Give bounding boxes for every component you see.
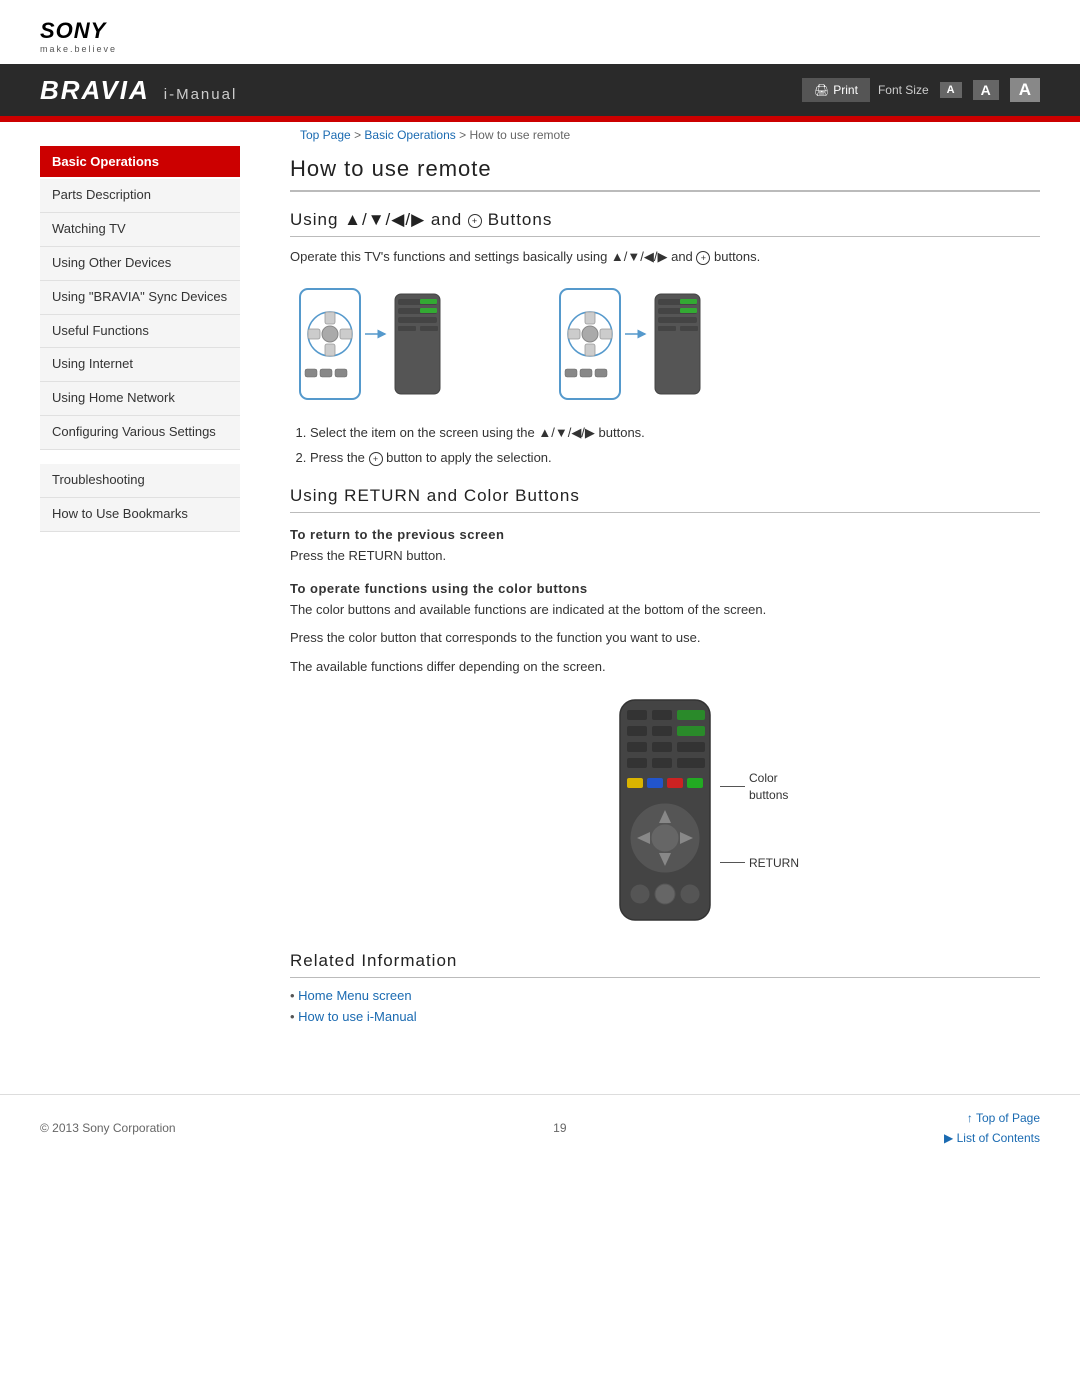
remote-image-2 — [550, 284, 710, 407]
font-size-label: Font Size — [878, 83, 929, 97]
bravia-brand: BRAVIA — [40, 75, 150, 106]
circle-icon3: + — [369, 452, 383, 466]
related-link-1[interactable]: Home Menu screen — [290, 988, 1040, 1003]
circle-icon: + — [468, 214, 482, 228]
font-large-button[interactable]: A — [1010, 78, 1040, 102]
section3-title: Related Information — [290, 951, 1040, 978]
subsection2-title: To operate functions using the color but… — [290, 581, 1040, 596]
section1-title: Using ▲/▼/◀/▶ and + Buttons — [290, 210, 1040, 237]
color-remote-wrapper: Colorbuttons RETURN — [565, 698, 765, 931]
footer: © 2013 Sony Corporation 19 Top of Page L… — [0, 1094, 1080, 1161]
subsection1-text: Press the RETURN button. — [290, 546, 1040, 567]
imanual-label: i-Manual — [164, 86, 238, 103]
remote-images-row — [290, 284, 1040, 407]
breadcrumb-sep1: > — [354, 128, 364, 142]
remote-svg-2 — [550, 284, 710, 404]
related-link-2[interactable]: How to use i-Manual — [290, 1009, 1040, 1024]
color-remote-svg — [565, 698, 765, 928]
section1-intro: Operate this TV's functions and settings… — [290, 247, 1040, 268]
color-buttons-text: Colorbuttons — [749, 770, 788, 804]
footer-copyright: © 2013 Sony Corporation — [40, 1121, 176, 1135]
list-of-contents-link[interactable]: List of Contents — [944, 1131, 1040, 1145]
font-medium-button[interactable]: A — [973, 80, 999, 100]
footer-right: Top of Page List of Contents — [944, 1111, 1040, 1145]
circle-icon2: + — [696, 251, 710, 265]
subsection1-title: To return to the previous screen — [290, 527, 1040, 542]
sidebar-item-useful-functions[interactable]: Useful Functions — [40, 315, 240, 349]
home-menu-link[interactable]: Home Menu screen — [298, 988, 411, 1003]
color-remote-section: Colorbuttons RETURN — [290, 698, 1040, 931]
imanual-link[interactable]: How to use i-Manual — [298, 1009, 417, 1024]
top-bar: BRAVIA i-Manual 🖨 Print Font Size A A A — [0, 64, 1080, 116]
remote-svg-1 — [290, 284, 450, 404]
sidebar-item-using-other-devices[interactable]: Using Other Devices — [40, 247, 240, 281]
breadcrumb-top-page[interactable]: Top Page — [300, 128, 351, 142]
subsection2-text3: The available functions differ depending… — [290, 657, 1040, 678]
print-button[interactable]: 🖨 Print — [802, 78, 870, 102]
sidebar-item-using-internet[interactable]: Using Internet — [40, 348, 240, 382]
remote-image-1 — [290, 284, 450, 407]
related-links-list: Home Menu screen How to use i-Manual — [290, 988, 1040, 1024]
step-2: Press the + button to apply the selectio… — [310, 448, 1040, 468]
sidebar-item-bookmarks[interactable]: How to Use Bookmarks — [40, 498, 240, 532]
footer-page-number: 19 — [553, 1121, 566, 1135]
sidebar-item-watching-tv[interactable]: Watching TV — [40, 213, 240, 247]
sony-logo: SONY make.believe — [40, 18, 1040, 54]
sidebar: Basic Operations Parts Description Watch… — [40, 146, 260, 1074]
sidebar-divider — [40, 450, 240, 464]
top-bar-controls: 🖨 Print Font Size A A A — [802, 78, 1040, 102]
top-of-page-link[interactable]: Top of Page — [967, 1111, 1040, 1125]
bravia-title: BRAVIA i-Manual — [40, 75, 237, 106]
font-small-button[interactable]: A — [940, 82, 962, 98]
color-buttons-label: Colorbuttons — [720, 770, 788, 804]
main-layout: Basic Operations Parts Description Watch… — [0, 146, 1080, 1074]
sidebar-section-header: Basic Operations — [40, 146, 240, 177]
breadcrumb-current: How to use remote — [469, 128, 570, 142]
sidebar-item-parts-description[interactable]: Parts Description — [40, 179, 240, 213]
section2-title: Using RETURN and Color Buttons — [290, 486, 1040, 513]
steps-list: Select the item on the screen using the … — [310, 423, 1040, 468]
content-area: How to use remote Using ▲/▼/◀/▶ and + Bu… — [260, 146, 1040, 1074]
page-title: How to use remote — [290, 146, 1040, 192]
sidebar-item-configuring[interactable]: Configuring Various Settings — [40, 416, 240, 450]
sidebar-item-bravia-sync[interactable]: Using "BRAVIA" Sync Devices — [40, 281, 240, 315]
subsection2-text1: The color buttons and available function… — [290, 600, 1040, 621]
print-icon: 🖨 — [814, 83, 829, 97]
header: SONY make.believe — [0, 0, 1080, 64]
breadcrumb-basic-ops[interactable]: Basic Operations — [364, 128, 455, 142]
step-1: Select the item on the screen using the … — [310, 423, 1040, 443]
subsection2-text2: Press the color button that corresponds … — [290, 628, 1040, 649]
sidebar-item-home-network[interactable]: Using Home Network — [40, 382, 240, 416]
breadcrumb: Top Page > Basic Operations > How to use… — [0, 122, 1080, 146]
sidebar-item-troubleshooting[interactable]: Troubleshooting — [40, 464, 240, 498]
breadcrumb-sep2: > — [459, 128, 469, 142]
return-label: RETURN — [720, 856, 799, 870]
